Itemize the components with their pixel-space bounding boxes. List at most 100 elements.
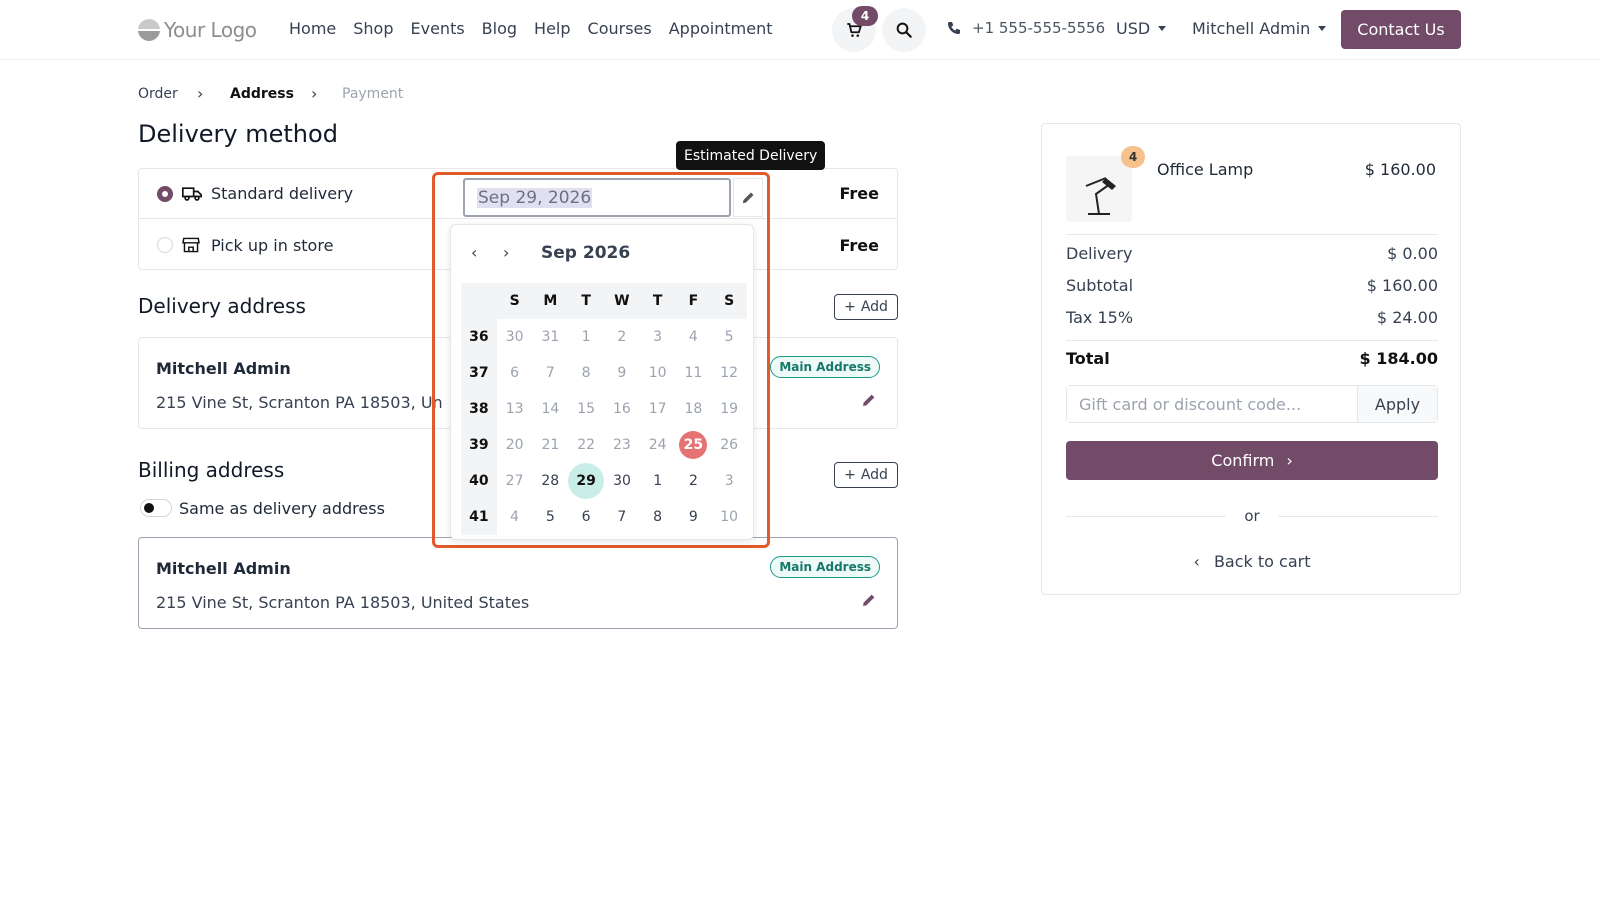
calendar-day[interactable]: 31 bbox=[533, 319, 569, 355]
calendar-corner-cell bbox=[461, 283, 497, 319]
search-button[interactable] bbox=[882, 8, 926, 52]
calendar-day[interactable]: 5 bbox=[533, 499, 569, 535]
calendar-day[interactable]: 24 bbox=[640, 427, 676, 463]
billing-address-title: Billing address bbox=[138, 458, 285, 482]
calendar-day-label: 8 bbox=[581, 365, 591, 381]
calendar-day[interactable]: 13 bbox=[497, 391, 533, 427]
calendar-day[interactable]: 7 bbox=[533, 355, 569, 391]
calendar-day[interactable]: 4 bbox=[497, 499, 533, 535]
calendar-day[interactable]: 8 bbox=[568, 355, 604, 391]
chevron-right-icon: › bbox=[1286, 451, 1293, 470]
nav-events[interactable]: Events bbox=[411, 19, 465, 38]
radio-pickup[interactable] bbox=[157, 237, 173, 253]
toggle-knob bbox=[144, 503, 154, 513]
calendar-day[interactable]: 10 bbox=[640, 355, 676, 391]
billing-address-card[interactable]: Mitchell Admin 215 Vine St, Scranton PA … bbox=[138, 537, 898, 629]
calendar-day[interactable]: 14 bbox=[533, 391, 569, 427]
calendar-day[interactable]: 11 bbox=[676, 355, 712, 391]
calendar-day-label: 1 bbox=[581, 329, 591, 345]
calendar-weekday: M bbox=[532, 283, 569, 319]
calendar-day[interactable]: 21 bbox=[533, 427, 569, 463]
calendar-week-row: 37 6 7 8 9 10 11 12 bbox=[461, 355, 747, 391]
calendar-day-label: 3 bbox=[653, 329, 663, 345]
calendar-day[interactable]: 4 bbox=[676, 319, 712, 355]
currency-dropdown[interactable]: USD bbox=[1116, 19, 1167, 38]
calendar-day[interactable]: 15 bbox=[568, 391, 604, 427]
calendar-day[interactable]: 3 bbox=[711, 463, 747, 499]
nav-courses[interactable]: Courses bbox=[588, 19, 652, 38]
phone-icon bbox=[948, 22, 960, 34]
back-to-cart-link[interactable]: ‹ Back to cart bbox=[1042, 552, 1462, 571]
calendar-day[interactable]: 30 bbox=[497, 319, 533, 355]
main-nav: Home Shop Events Blog Help Courses Appoi… bbox=[289, 19, 772, 38]
next-month-button[interactable]: › bbox=[503, 243, 509, 262]
calendar-day[interactable]: 16 bbox=[604, 391, 640, 427]
calendar-day-label: 9 bbox=[617, 365, 627, 381]
summary-value: $ 160.00 bbox=[1366, 276, 1438, 295]
calendar-day[interactable]: 8 bbox=[640, 499, 676, 535]
add-delivery-address-button[interactable]: + Add bbox=[834, 294, 898, 320]
calendar-day[interactable]: 2 bbox=[604, 319, 640, 355]
calendar-day[interactable]: 6 bbox=[497, 355, 533, 391]
calendar-day[interactable]: 1 bbox=[568, 319, 604, 355]
calendar-day[interactable]: 9 bbox=[676, 499, 712, 535]
calendar-day[interactable]: 1 bbox=[640, 463, 676, 499]
calendar-month-title: Sep 2026 bbox=[541, 243, 631, 263]
add-billing-address-button[interactable]: + Add bbox=[834, 462, 898, 488]
calendar-day[interactable]: 10 bbox=[711, 499, 747, 535]
logo-text: Your Logo bbox=[164, 18, 257, 42]
calendar-day[interactable]: 29 bbox=[568, 463, 605, 499]
back-to-cart-label: Back to cart bbox=[1213, 552, 1311, 571]
promo-code-input[interactable] bbox=[1067, 386, 1357, 422]
edit-pencil-icon[interactable] bbox=[861, 392, 877, 408]
calendar-today-label: 25 bbox=[679, 431, 708, 459]
calendar-day[interactable]: 3 bbox=[640, 319, 676, 355]
edit-pencil-icon[interactable] bbox=[861, 592, 877, 608]
calendar-day[interactable]: 9 bbox=[604, 355, 640, 391]
confirm-button[interactable]: Confirm › bbox=[1066, 441, 1438, 480]
calendar-day[interactable]: 7 bbox=[604, 499, 640, 535]
calendar-day[interactable]: 26 bbox=[711, 427, 747, 463]
nav-shop[interactable]: Shop bbox=[353, 19, 393, 38]
nav-blog[interactable]: Blog bbox=[482, 19, 517, 38]
total-value: $ 184.00 bbox=[1359, 349, 1438, 368]
calendar-day[interactable]: 12 bbox=[711, 355, 747, 391]
nav-home[interactable]: Home bbox=[289, 19, 336, 38]
prev-month-button[interactable]: ‹ bbox=[471, 243, 477, 262]
calendar-day[interactable]: 2 bbox=[676, 463, 712, 499]
calendar-day[interactable]: 28 bbox=[532, 463, 568, 499]
divider bbox=[1066, 340, 1438, 341]
product-name[interactable]: Office Lamp bbox=[1157, 160, 1253, 179]
calendar-week-row: 41 4 5 6 7 8 9 10 bbox=[461, 499, 747, 535]
calendar-day[interactable]: 6 bbox=[568, 499, 604, 535]
calendar-day[interactable]: 22 bbox=[568, 427, 604, 463]
calendar-day[interactable]: 20 bbox=[497, 427, 533, 463]
calendar-week-number: 37 bbox=[461, 355, 497, 391]
calendar-day[interactable]: 18 bbox=[676, 391, 712, 427]
phone-link[interactable]: +1 555-555-5556 bbox=[946, 19, 1105, 37]
calendar-day[interactable]: 23 bbox=[604, 427, 640, 463]
apply-button[interactable]: Apply bbox=[1357, 386, 1437, 422]
calendar-day[interactable]: 5 bbox=[711, 319, 747, 355]
calendar-day-label: 17 bbox=[648, 401, 667, 417]
radio-standard[interactable] bbox=[157, 185, 173, 202]
store-icon bbox=[182, 237, 200, 253]
calendar-day[interactable]: 27 bbox=[497, 463, 533, 499]
user-menu[interactable]: Mitchell Admin bbox=[1192, 19, 1327, 38]
estimated-delivery-date-input[interactable]: Sep 29, 2026 bbox=[463, 178, 731, 217]
nav-help[interactable]: Help bbox=[534, 19, 570, 38]
nav-appointment[interactable]: Appointment bbox=[669, 19, 773, 38]
calendar-day-label: 31 bbox=[541, 329, 560, 345]
address-line: 215 Vine St, Scranton PA 18503, Un bbox=[156, 393, 443, 412]
calendar-day-label: 22 bbox=[577, 437, 596, 453]
logo[interactable]: Your Logo bbox=[138, 16, 257, 44]
calendar-weekday: S bbox=[496, 283, 533, 319]
calendar-day[interactable]: 17 bbox=[640, 391, 676, 427]
same-as-delivery-toggle[interactable] bbox=[140, 499, 172, 517]
breadcrumb-order[interactable]: Order bbox=[138, 86, 178, 102]
calendar-day[interactable]: 25 bbox=[676, 427, 712, 463]
date-edit-button[interactable] bbox=[733, 178, 763, 217]
calendar-day[interactable]: 30 bbox=[604, 463, 640, 499]
calendar-day[interactable]: 19 bbox=[711, 391, 747, 427]
contact-us-button[interactable]: Contact Us bbox=[1341, 10, 1461, 49]
